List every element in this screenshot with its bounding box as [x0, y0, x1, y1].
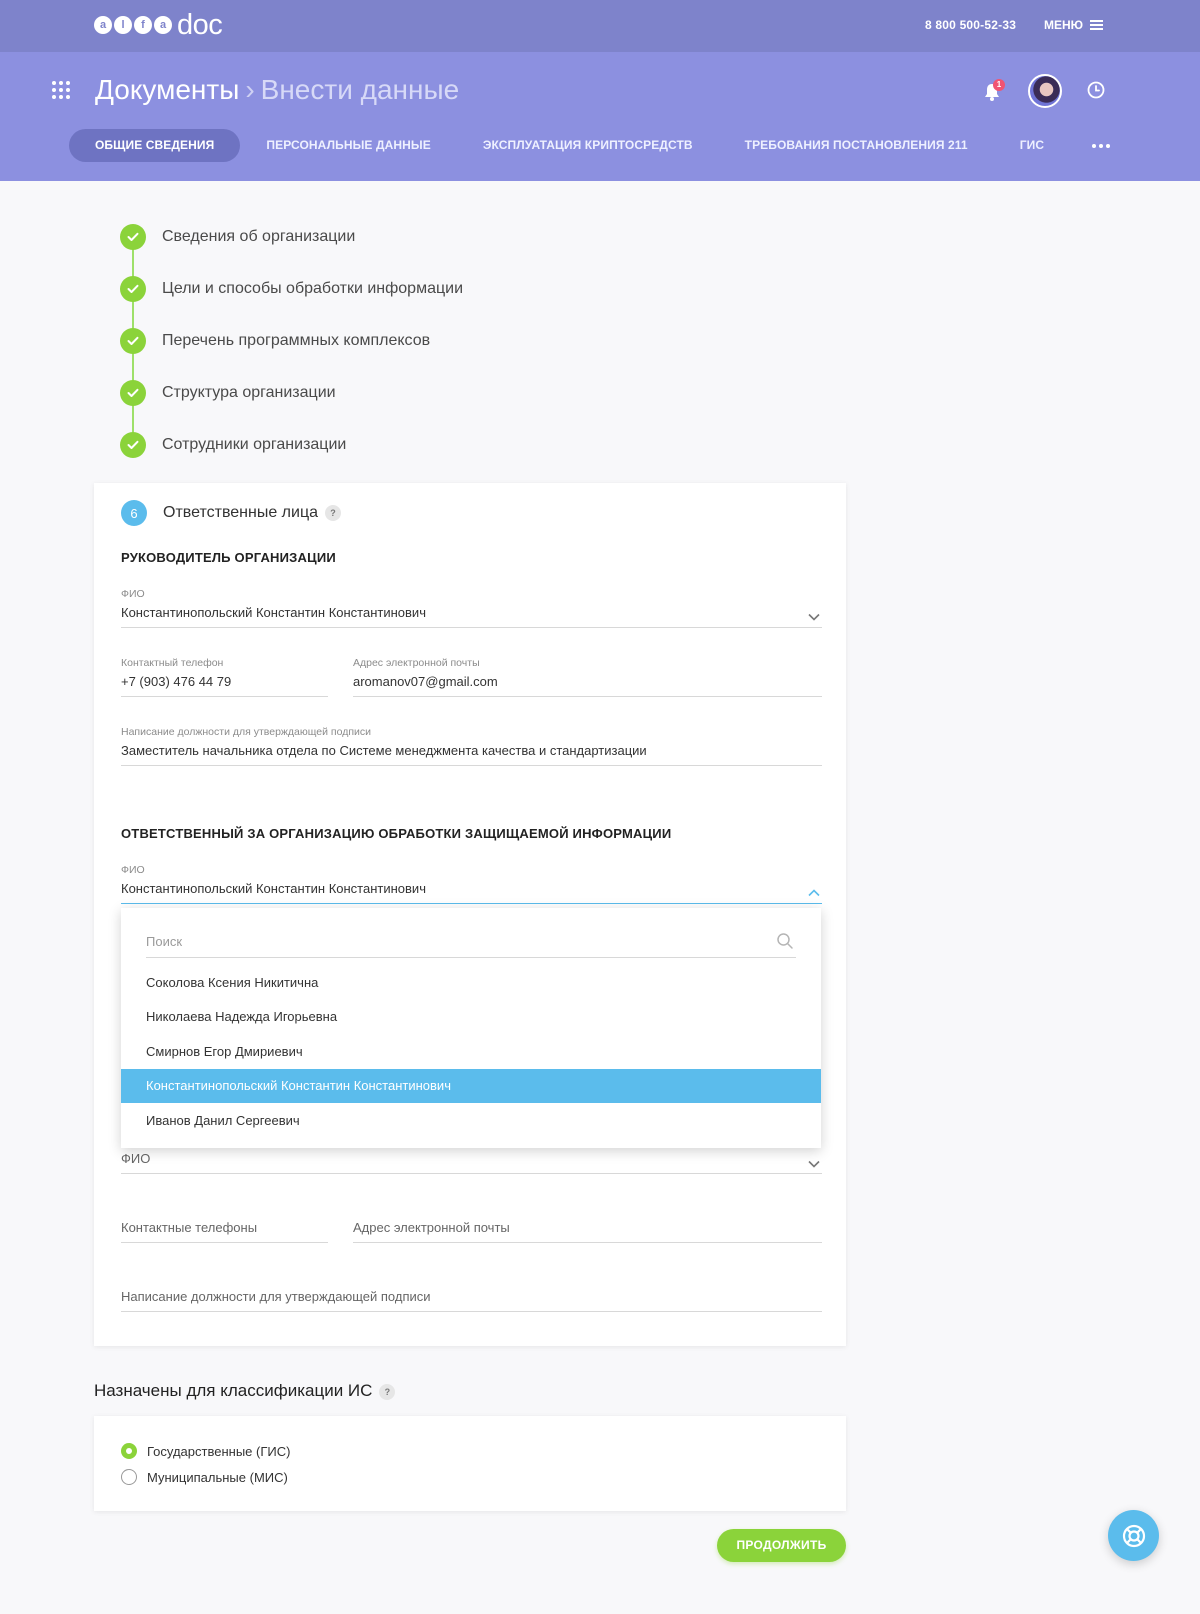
step-item[interactable]: Цели и способы обработки информации	[120, 276, 463, 302]
head-email-field[interactable]: Адрес электронной почты aromanov07@gmail…	[353, 657, 822, 697]
step-label: Структура организации	[162, 384, 336, 401]
field-label: Адрес электронной почты	[353, 657, 480, 669]
field-value: Константинопольский Константин Константи…	[121, 881, 426, 896]
head-position-field[interactable]: Написание должности для утверждающей под…	[121, 726, 822, 766]
support-phone[interactable]: 8 800 500-52-33	[925, 18, 1016, 32]
alfadoc-logo[interactable]: a l f a doc	[94, 8, 223, 41]
step-number-badge: 6	[121, 500, 147, 526]
tab-crypto[interactable]: ЭКСПЛУАТАЦИЯ КРИПТОСРЕДСТВ	[457, 129, 719, 162]
chevron-down-icon[interactable]	[808, 1155, 820, 1168]
radio-gis[interactable]: Государственные (ГИС)	[121, 1442, 290, 1460]
field-label: Написание должности для утверждающей под…	[121, 726, 372, 738]
check-icon	[120, 276, 146, 302]
step-item[interactable]: Сведения об организации	[120, 224, 355, 250]
radio-unchecked-icon	[121, 1469, 137, 1485]
logo-letter: a	[94, 16, 112, 34]
third-email-field[interactable]: Адрес электронной почты	[353, 1214, 822, 1243]
check-icon	[120, 224, 146, 250]
clock-icon[interactable]	[1087, 81, 1105, 99]
step-item[interactable]: Структура организации	[120, 380, 336, 406]
step-label: Перечень программных комплексов	[162, 332, 431, 349]
radio-checked-icon	[121, 1443, 137, 1459]
section-tabs: ОБЩИЕ СВЕДЕНИЯ ПЕРСОНАЛЬНЫЕ ДАННЫЕ ЭКСПЛ…	[69, 129, 1111, 162]
continue-button[interactable]: ПРОДОЛЖИТЬ	[717, 1529, 846, 1562]
classification-title: Назначены для классификации ИС?	[94, 1381, 396, 1401]
search-icon	[776, 932, 794, 950]
step-label: Цели и способы обработки информации	[162, 280, 464, 297]
apps-grid-icon[interactable]	[52, 81, 70, 99]
logo-letter: a	[154, 16, 172, 34]
lifebuoy-icon[interactable]	[1108, 1510, 1159, 1561]
chevron-down-icon[interactable]	[808, 608, 820, 621]
logo-letter: f	[134, 16, 152, 34]
responsible-fio-select[interactable]: ФИО Константинопольский Константин Конст…	[121, 864, 822, 904]
field-placeholder: ФИО	[121, 1151, 151, 1166]
third-position-field[interactable]: Написание должности для утверждающей под…	[121, 1283, 822, 1312]
tab-regulation-211[interactable]: ТРЕБОВАНИЯ ПОСТАНОВЛЕНИЯ 211	[719, 129, 994, 162]
logo-letter: l	[114, 16, 132, 34]
step-label: Сведения об организации	[162, 228, 356, 245]
dropdown-option-selected[interactable]: Константинопольский Константин Константи…	[121, 1069, 821, 1103]
help-icon[interactable]: ?	[379, 1383, 396, 1400]
menu-button[interactable]: МЕНЮ	[1044, 18, 1104, 32]
card-title: Ответственные лица?	[163, 504, 342, 522]
third-phones-field[interactable]: Контактные телефоны	[121, 1214, 328, 1243]
third-fio-select[interactable]: ФИО	[121, 1145, 822, 1174]
dropdown-option[interactable]: Иванов Данил Сергеевич	[121, 1104, 821, 1138]
field-value: Заместитель начальника отдела по Системе…	[121, 743, 647, 758]
dropdown-option[interactable]: Смирнов Егор Дмириевич	[121, 1035, 821, 1069]
breadcrumb: Документы › Внести данные	[95, 74, 459, 106]
head-fio-select[interactable]: ФИО Константинопольский Константин Конст…	[121, 588, 822, 628]
field-value: +7 (903) 476 44 79	[121, 674, 232, 689]
person-dropdown: Соколова Ксения Никитична Николаева Наде…	[121, 908, 821, 1148]
card-title-text: Ответственные лица	[163, 504, 319, 521]
radio-mis[interactable]: Муниципальные (МИС)	[121, 1468, 288, 1486]
more-tabs-icon[interactable]	[1092, 129, 1111, 162]
step-label: Сотрудники организации	[162, 436, 347, 453]
head-phone-field[interactable]: Контактный телефон +7 (903) 476 44 79	[121, 657, 328, 697]
check-icon	[120, 380, 146, 406]
tab-personal-data[interactable]: ПЕРСОНАЛЬНЫЕ ДАННЫЕ	[240, 129, 457, 162]
radio-label: Государственные (ГИС)	[147, 1443, 291, 1459]
dropdown-option[interactable]: Николаева Надежда Игорьевна	[121, 1000, 821, 1034]
avatar[interactable]	[1028, 74, 1062, 108]
bell-icon[interactable]: 1	[981, 79, 1005, 103]
section-heading-responsible: ОТВЕТСТВЕННЫЙ ЗА ОРГАНИЗАЦИЮ ОБРАБОТКИ З…	[121, 826, 672, 841]
check-icon	[120, 432, 146, 458]
dropdown-search-input[interactable]	[146, 928, 756, 954]
field-value: Константинопольский Константин Константи…	[121, 605, 426, 620]
logo-word: doc	[177, 8, 223, 41]
field-placeholder: Адрес электронной почты	[353, 1220, 510, 1235]
radio-label: Муниципальные (МИС)	[147, 1469, 288, 1485]
breadcrumb-separator: ›	[245, 74, 255, 105]
classification-title-text: Назначены для классификации ИС	[94, 1381, 373, 1400]
help-icon[interactable]: ?	[325, 504, 342, 521]
classification-card: Государственные (ГИС) Муниципальные (МИС…	[94, 1416, 846, 1511]
dropdown-search	[146, 928, 796, 958]
field-placeholder: Контактные телефоны	[121, 1220, 258, 1235]
menu-label: МЕНЮ	[1044, 18, 1084, 32]
top-bar: a l f a doc 8 800 500-52-33 МЕНЮ	[0, 0, 1200, 52]
dropdown-option[interactable]: Соколова Ксения Никитична	[121, 966, 821, 1000]
section-heading-head: РУКОВОДИТЕЛЬ ОРГАНИЗАЦИИ	[121, 550, 336, 565]
field-label: ФИО	[121, 864, 145, 876]
field-value: aromanov07@gmail.com	[353, 674, 498, 689]
tab-gis[interactable]: ГИС	[994, 129, 1070, 162]
notification-badge: 1	[993, 79, 1005, 91]
step-item[interactable]: Перечень программных комплексов	[120, 328, 430, 354]
breadcrumb-current: Внести данные	[260, 74, 460, 105]
chevron-up-icon[interactable]	[808, 884, 820, 897]
check-icon	[120, 328, 146, 354]
hamburger-icon	[1090, 18, 1104, 32]
tab-general[interactable]: ОБЩИЕ СВЕДЕНИЯ	[69, 129, 241, 162]
field-label: ФИО	[121, 588, 145, 600]
field-placeholder: Написание должности для утверждающей под…	[121, 1289, 431, 1304]
field-label: Контактный телефон	[121, 657, 224, 669]
step-item[interactable]: Сотрудники организации	[120, 432, 346, 458]
breadcrumb-root[interactable]: Документы	[95, 74, 239, 105]
